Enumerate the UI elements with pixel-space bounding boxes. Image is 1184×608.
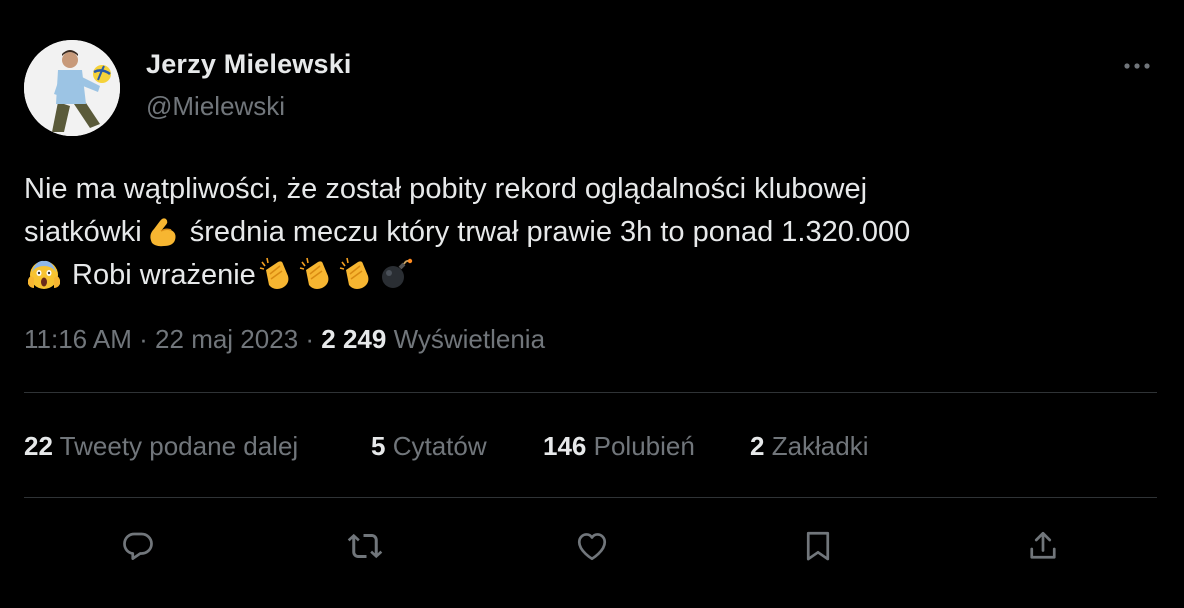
clapping-hands-icon [338,256,374,292]
retweets-count: 22 [24,431,53,461]
likes-count: 146 [543,431,587,461]
bookmark-button[interactable] [798,526,838,566]
avatar-photo [24,40,120,136]
more-icon [1124,63,1150,69]
quotes-stat[interactable]: 5 Cytatów [371,431,487,462]
bookmark-icon [806,531,830,561]
reply-button[interactable] [118,526,158,566]
meta-separator: · [131,324,156,354]
divider [24,497,1157,498]
tweet-meta: 11:16 AM · 22 maj 2023 · 2 249 Wyświetle… [24,324,545,355]
retweet-button[interactable] [345,526,385,566]
clapping-hands-icon [298,256,334,292]
share-button[interactable] [1023,526,1063,566]
tweet-text-line-1: Nie ma wątpliwości, że został pobity rek… [24,173,868,205]
like-icon [577,533,607,561]
retweets-stat[interactable]: 22 Tweety podane dalej [24,431,298,462]
author-name[interactable]: Jerzy Mielewski [146,49,352,80]
avatar[interactable] [24,40,120,136]
bookmarks-stat[interactable]: 2 Zakładki [750,431,869,462]
likes-label: Polubień [586,431,695,461]
tweet-time[interactable]: 11:16 AM [24,324,132,354]
tweet-text: Nie ma wątpliwości, że został pobity rek… [24,168,1144,297]
retweet-icon [347,533,383,559]
tweet-text-fragment: siatkówki [24,216,142,248]
tweet-text-fragment: Robi wrażenie [64,259,256,291]
clapping-hands-icon [258,256,294,292]
author-handle[interactable]: @Mielewski [146,91,285,122]
quotes-label: Cytatów [385,431,487,461]
bookmarks-count: 2 [750,431,765,461]
flexed-biceps-icon [144,213,180,249]
divider [24,392,1157,393]
screaming-face-icon [26,256,62,292]
views-count: 2 249 [321,324,387,354]
meta-separator: · [298,324,322,354]
share-icon [1030,531,1056,559]
views-label: Wyświetlenia [386,324,546,354]
tweet-text-line-3: Robi wrażenie [24,254,1144,297]
retweets-label: Tweety podane dalej [52,431,299,461]
tweet-text-fragment: średnia meczu który trwał prawie 3h to p… [181,216,911,248]
tweet-text-line-2: siatkówki średnia meczu który trwał praw… [24,211,1144,254]
like-button[interactable] [572,526,612,566]
quotes-count: 5 [371,431,386,461]
tweet-date[interactable]: 22 maj 2023 [155,324,298,354]
bomb-icon [378,256,414,292]
reply-icon [123,532,153,560]
bookmarks-label: Zakładki [764,431,869,461]
more-options-button[interactable] [1120,54,1154,78]
likes-stat[interactable]: 146 Polubień [543,431,695,462]
